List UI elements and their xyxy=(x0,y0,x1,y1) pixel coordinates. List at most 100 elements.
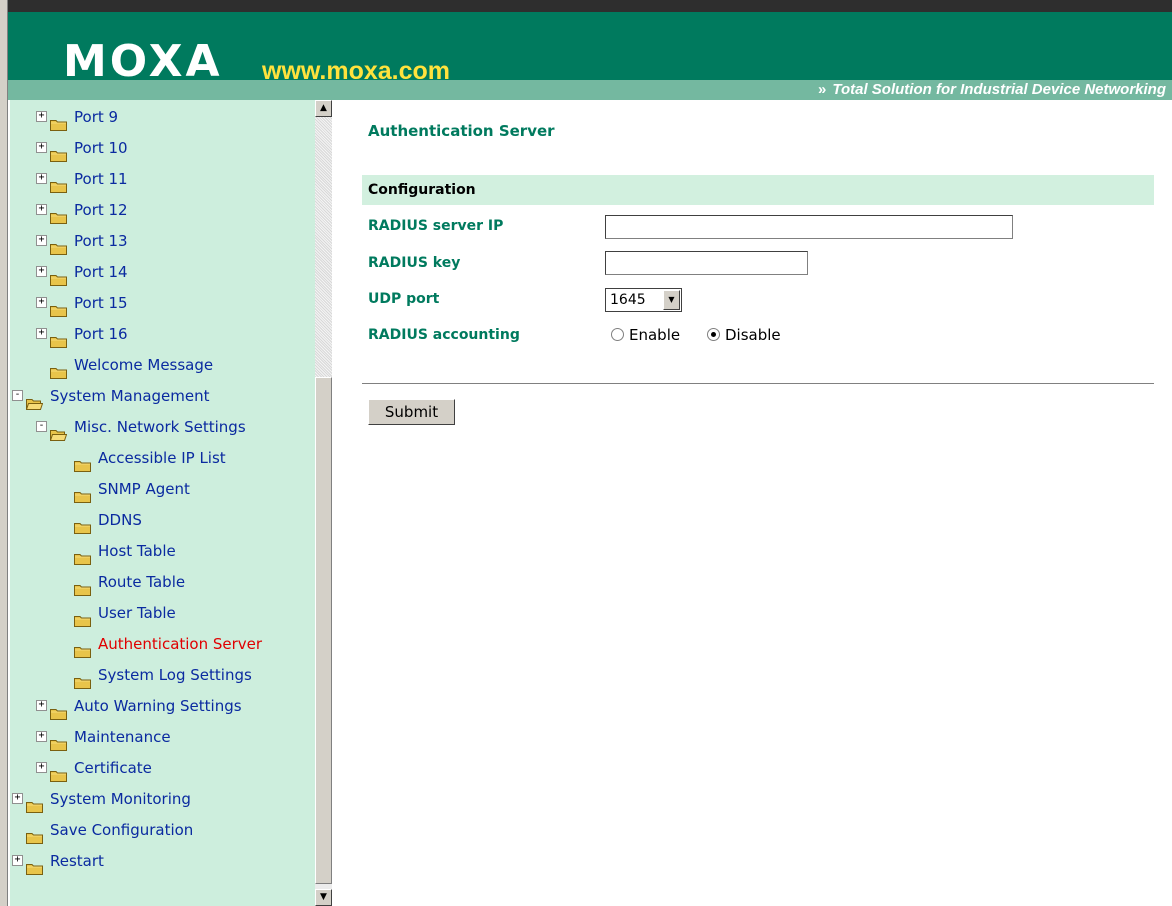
sidebar-item-snmp-agent[interactable]: SNMP Agent xyxy=(10,474,315,504)
sidebar-item-label: Misc. Network Settings xyxy=(74,418,246,436)
expand-icon[interactable]: + xyxy=(36,204,47,215)
folder-icon xyxy=(50,297,67,317)
sidebar-item-port-13[interactable]: + Port 13 xyxy=(10,226,315,256)
udp-port-value: 1645 xyxy=(610,292,646,308)
sidebar-item-label: System Log Settings xyxy=(98,666,252,684)
accounting-enable-radio[interactable] xyxy=(611,328,624,341)
folder-icon xyxy=(26,793,43,813)
udp-port-select[interactable]: 1645 ▼ xyxy=(605,288,682,312)
sidebar-item-label: Port 15 xyxy=(74,294,128,312)
form-divider xyxy=(362,383,1154,385)
sidebar-item-system-management[interactable]: - System Management xyxy=(10,381,315,411)
folder-icon xyxy=(50,235,67,255)
accounting-disable-radio[interactable] xyxy=(707,328,720,341)
sidebar-item-label: Maintenance xyxy=(74,728,171,746)
sidebar-item-port-16[interactable]: + Port 16 xyxy=(10,319,315,349)
sidebar-item-label: Port 16 xyxy=(74,325,128,343)
collapse-icon[interactable]: - xyxy=(12,390,23,401)
sidebar-scrollbar[interactable]: ▲ ▼ xyxy=(315,100,332,906)
sidebar-item-user-table[interactable]: User Table xyxy=(10,598,315,628)
radius-key-input[interactable] xyxy=(605,251,808,275)
sidebar-item-port-10[interactable]: + Port 10 xyxy=(10,133,315,163)
sidebar-item-authentication-server[interactable]: Authentication Server xyxy=(10,629,315,659)
sidebar-item-label: System Monitoring xyxy=(50,790,191,808)
sidebar-item-accessible-ip-list[interactable]: Accessible IP List xyxy=(10,443,315,473)
expand-icon[interactable]: + xyxy=(36,173,47,184)
folder-icon xyxy=(50,762,67,782)
expand-icon[interactable]: + xyxy=(12,855,23,866)
scroll-up-button[interactable]: ▲ xyxy=(315,100,332,117)
folder-icon xyxy=(50,700,67,720)
folder-icon xyxy=(74,483,91,503)
folder-icon xyxy=(50,111,67,131)
sidebar-item-port-9[interactable]: + Port 9 xyxy=(10,102,315,132)
sidebar-item-save-configuration[interactable]: Save Configuration xyxy=(10,815,315,845)
expand-icon[interactable]: + xyxy=(36,142,47,153)
folder-icon xyxy=(74,514,91,534)
sidebar-item-label: SNMP Agent xyxy=(98,480,190,498)
accounting-enable-label: Enable xyxy=(629,326,681,344)
collapse-icon[interactable]: - xyxy=(36,421,47,432)
radius-key-label: RADIUS key xyxy=(368,255,461,271)
sidebar-item-auto-warning-settings[interactable]: + Auto Warning Settings xyxy=(10,691,315,721)
tagline: » Total Solution for Industrial Device Ne… xyxy=(818,80,1166,100)
moxa-logo: MOXA xyxy=(63,36,223,87)
scroll-track[interactable] xyxy=(315,117,332,377)
folder-icon xyxy=(74,638,91,658)
accounting-disable-option[interactable]: Disable xyxy=(707,326,781,344)
sidebar-item-label: Restart xyxy=(50,852,104,870)
sidebar-item-welcome-message[interactable]: Welcome Message xyxy=(10,350,315,380)
sidebar-item-route-table[interactable]: Route Table xyxy=(10,567,315,597)
sidebar-item-port-14[interactable]: + Port 14 xyxy=(10,257,315,287)
folder-icon xyxy=(26,855,43,875)
expand-icon[interactable]: + xyxy=(36,328,47,339)
open-folder-icon xyxy=(25,390,44,410)
sidebar-item-system-monitoring[interactable]: + System Monitoring xyxy=(10,784,315,814)
submit-button[interactable]: Submit xyxy=(368,399,455,425)
tagline-text: Total Solution for Industrial Device Net… xyxy=(832,81,1166,98)
expand-icon[interactable]: + xyxy=(36,297,47,308)
sidebar-item-label: Port 9 xyxy=(74,108,119,126)
folder-icon xyxy=(74,452,91,472)
folder-icon xyxy=(74,669,91,689)
sidebar-item-port-11[interactable]: + Port 11 xyxy=(10,164,315,194)
sidebar-item-port-15[interactable]: + Port 15 xyxy=(10,288,315,318)
sidebar-item-system-log-settings[interactable]: System Log Settings xyxy=(10,660,315,690)
dropdown-arrow-icon[interactable]: ▼ xyxy=(663,290,680,310)
sidebar-item-misc-network-settings[interactable]: - Misc. Network Settings xyxy=(10,412,315,442)
header-banner: MOXA www.moxa.com » Total Solution for In… xyxy=(8,0,1172,100)
sidebar-item-label: Auto Warning Settings xyxy=(74,697,242,715)
sidebar-item-label: Port 11 xyxy=(74,170,128,188)
expand-icon[interactable]: + xyxy=(36,266,47,277)
udp-port-label: UDP port xyxy=(368,291,440,307)
sidebar-item-ddns[interactable]: DDNS xyxy=(10,505,315,535)
folder-icon xyxy=(74,576,91,596)
sidebar-item-label: Certificate xyxy=(74,759,152,777)
double-chevron-icon: » xyxy=(818,81,827,98)
expand-icon[interactable]: + xyxy=(36,731,47,742)
sidebar-item-host-table[interactable]: Host Table xyxy=(10,536,315,566)
folder-icon xyxy=(50,142,67,162)
sidebar-item-restart[interactable]: + Restart xyxy=(10,846,315,876)
folder-icon xyxy=(74,545,91,565)
scroll-down-button[interactable]: ▼ xyxy=(315,889,332,906)
sidebar-item-label: Welcome Message xyxy=(74,356,214,374)
folder-icon xyxy=(50,204,67,224)
expand-icon[interactable]: + xyxy=(36,235,47,246)
radius-server-ip-input[interactable] xyxy=(605,215,1013,239)
sidebar-item-label: System Management xyxy=(50,387,210,405)
sidebar-item-label: Host Table xyxy=(98,542,176,560)
expand-icon[interactable]: + xyxy=(36,700,47,711)
sidebar-item-label: Save Configuration xyxy=(50,821,194,839)
accounting-enable-option[interactable]: Enable xyxy=(611,326,680,344)
sidebar-item-maintenance[interactable]: + Maintenance xyxy=(10,722,315,752)
sidebar-item-certificate[interactable]: + Certificate xyxy=(10,753,315,783)
expand-icon[interactable]: + xyxy=(36,762,47,773)
sidebar-item-label: Port 12 xyxy=(74,201,128,219)
expand-icon[interactable]: + xyxy=(12,793,23,804)
scroll-thumb[interactable] xyxy=(315,377,332,884)
sidebar-item-port-12[interactable]: + Port 12 xyxy=(10,195,315,225)
expand-icon[interactable]: + xyxy=(36,111,47,122)
section-header: Configuration xyxy=(362,175,1154,205)
sidebar-item-label: User Table xyxy=(98,604,176,622)
